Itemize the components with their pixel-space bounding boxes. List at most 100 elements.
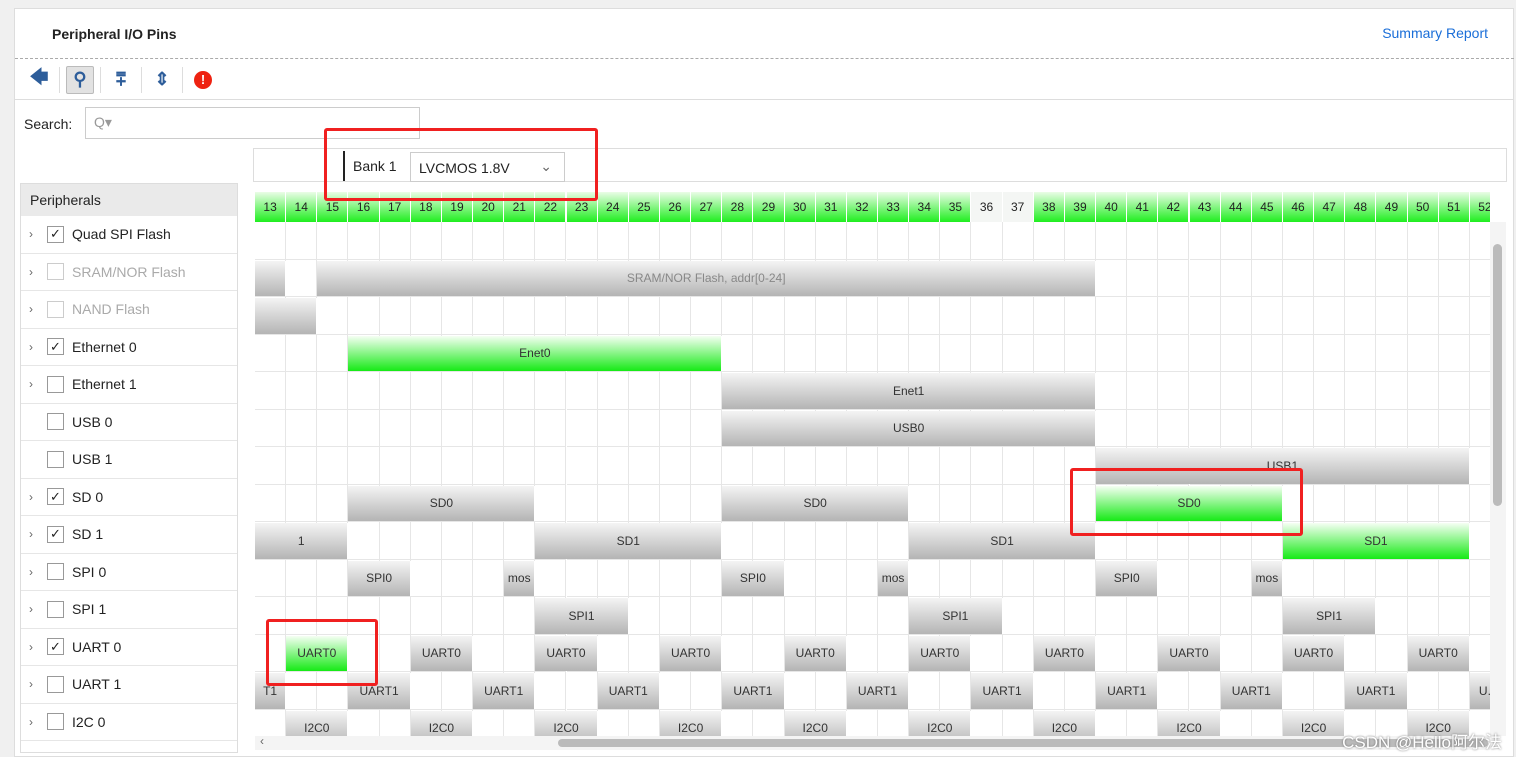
grid-cell[interactable]: [1127, 222, 1159, 260]
pin-block[interactable]: Enet1: [722, 373, 1097, 409]
grid-cell[interactable]: [691, 559, 723, 597]
grid-cell[interactable]: [1407, 222, 1439, 260]
grid-cell[interactable]: [691, 222, 723, 260]
peripheral-item[interactable]: › Ethernet 1: [21, 366, 237, 404]
pin-block[interactable]: Enet0: [348, 335, 723, 371]
grid-cell[interactable]: [847, 709, 878, 736]
grid-cell[interactable]: [597, 447, 629, 485]
grid-cell[interactable]: [753, 222, 785, 260]
chevron-right-icon[interactable]: ›: [29, 565, 43, 579]
grid-cell[interactable]: [815, 297, 847, 335]
grid-cell[interactable]: [940, 222, 972, 260]
grid-cell[interactable]: [535, 372, 567, 410]
grid-cell[interactable]: [1376, 372, 1408, 410]
grid-cell[interactable]: [1282, 409, 1315, 447]
checkbox[interactable]: [47, 563, 64, 581]
pin-block[interactable]: I2C0: [1282, 710, 1346, 736]
grid-cell[interactable]: [348, 522, 380, 560]
pin-block[interactable]: UART1: [722, 673, 785, 709]
grid-cell[interactable]: [1189, 222, 1221, 260]
grid-cell[interactable]: [909, 484, 941, 522]
grid-cell[interactable]: [1251, 522, 1283, 560]
pin-block[interactable]: UART1: [1345, 673, 1408, 709]
grid-cell[interactable]: [441, 522, 474, 560]
grid-cell[interactable]: [1158, 297, 1190, 335]
grid-cell[interactable]: [1158, 409, 1190, 447]
grid-cell[interactable]: [504, 372, 536, 410]
grid-cell[interactable]: [628, 222, 660, 260]
grid-cell[interactable]: [1189, 672, 1221, 710]
grid-cell[interactable]: [1127, 634, 1159, 672]
pin-block[interactable]: UART1: [473, 673, 536, 709]
grid-cell[interactable]: [1064, 334, 1097, 372]
grid-cell[interactable]: [722, 597, 754, 635]
grid-cell[interactable]: [1251, 259, 1283, 297]
grid-cell[interactable]: [1469, 297, 1490, 335]
grid-cell[interactable]: [878, 222, 910, 260]
grid-cell[interactable]: [846, 597, 878, 635]
grid-cell[interactable]: [1376, 484, 1408, 522]
pin-block[interactable]: I2C0: [535, 710, 598, 736]
grid-cell[interactable]: [628, 597, 660, 635]
grid-cell[interactable]: [1314, 259, 1346, 297]
grid-cell[interactable]: [691, 297, 723, 335]
grid-cell[interactable]: [1033, 334, 1065, 372]
pin-block[interactable]: I2C0: [659, 710, 723, 736]
expand-all-button[interactable]: ⇕: [148, 66, 176, 94]
grid-cell[interactable]: [971, 222, 1003, 260]
grid-cell[interactable]: [1469, 260, 1490, 297]
grid-cell[interactable]: [628, 297, 660, 335]
peripheral-item[interactable]: › ✓ Ethernet 0: [21, 329, 237, 366]
grid-cell[interactable]: [1220, 559, 1252, 597]
pin-block[interactable]: [255, 260, 287, 296]
grid-cell[interactable]: [410, 597, 442, 635]
checkbox[interactable]: ✓: [47, 638, 64, 656]
grid-cell[interactable]: [1096, 334, 1128, 372]
grid-cell[interactable]: [1438, 484, 1470, 522]
grid-cell[interactable]: [659, 409, 692, 447]
chevron-right-icon[interactable]: ›: [29, 677, 43, 691]
grid-cell[interactable]: [255, 409, 287, 447]
pin-block[interactable]: SD1: [909, 523, 1097, 559]
grid-cell[interactable]: [1127, 372, 1159, 410]
grid-cell[interactable]: [753, 634, 785, 672]
grid-cell[interactable]: [1002, 334, 1034, 372]
grid-cell[interactable]: [473, 409, 505, 447]
grid-cell[interactable]: [1002, 634, 1034, 672]
chevron-right-icon[interactable]: ›: [29, 527, 43, 541]
grid-cell[interactable]: [1282, 484, 1315, 522]
grid-cell[interactable]: [1096, 634, 1128, 672]
grid-cell[interactable]: [940, 484, 972, 522]
grid-cell[interactable]: [784, 672, 816, 710]
pin-block[interactable]: [255, 298, 318, 334]
grid-cell[interactable]: [1158, 522, 1190, 560]
pin-block[interactable]: USB0: [722, 410, 1097, 446]
grid-cell[interactable]: [348, 634, 380, 672]
pin-block[interactable]: UART0: [1407, 635, 1470, 671]
grid-cell[interactable]: [1345, 559, 1377, 597]
chevron-right-icon[interactable]: ›: [29, 227, 43, 241]
pin-block[interactable]: SD0: [722, 485, 910, 521]
grid-cell[interactable]: [255, 447, 287, 485]
grid-cell[interactable]: [1469, 635, 1490, 672]
grid-cell[interactable]: [722, 222, 754, 260]
grid-cell[interactable]: [348, 222, 380, 260]
grid-cell[interactable]: [1469, 447, 1490, 485]
grid-cell[interactable]: [348, 409, 380, 447]
grid-cell[interactable]: [1096, 222, 1128, 260]
grid-cell[interactable]: [317, 447, 349, 485]
grid-cell[interactable]: [628, 372, 660, 410]
grid-cell[interactable]: [597, 409, 629, 447]
grid-cell[interactable]: [722, 709, 754, 736]
grid-cell[interactable]: [971, 447, 1003, 485]
grid-cell[interactable]: [1033, 447, 1065, 485]
grid-cell[interactable]: [1189, 372, 1221, 410]
peripheral-item[interactable]: › SPI 1: [21, 591, 237, 629]
grid-cell[interactable]: [1407, 597, 1439, 635]
grid-cell[interactable]: [1189, 334, 1221, 372]
grid-cell[interactable]: [598, 709, 629, 736]
pin-block[interactable]: UART0: [535, 635, 598, 671]
grid-cell[interactable]: [1282, 297, 1315, 335]
pin-block[interactable]: SPI1: [535, 598, 629, 634]
grid-cell[interactable]: [940, 672, 972, 710]
